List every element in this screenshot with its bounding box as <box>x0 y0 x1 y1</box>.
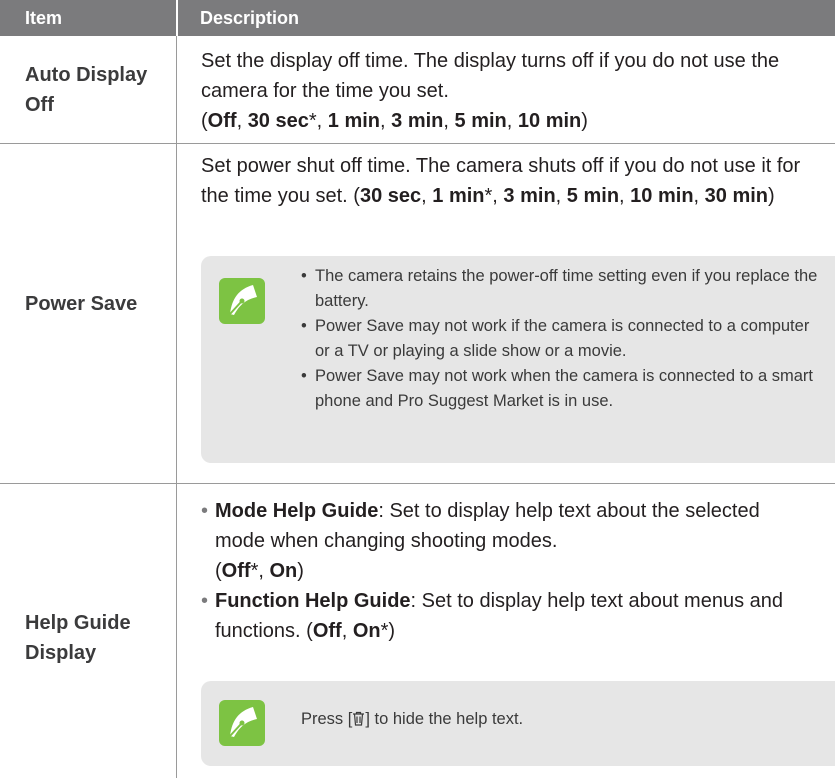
note-text-before: Press [ <box>301 710 353 728</box>
settings-table: Item Description Auto Display Off Set th… <box>0 0 835 778</box>
option: 5 min <box>454 110 507 132</box>
pen-note-icon <box>219 700 265 746</box>
option: Off <box>312 620 342 642</box>
option: Off <box>207 110 237 132</box>
auto-display-off-text: Set the display off time. The display tu… <box>201 50 780 102</box>
option: 10 min <box>517 110 582 132</box>
function-help-guide-item: Function Help Guide: Set to display help… <box>201 586 811 646</box>
header-item: Item <box>25 8 63 28</box>
trash-icon <box>353 711 365 726</box>
option: Off <box>221 560 251 582</box>
help-guide-list: Mode Help Guide: Set to display help tex… <box>201 496 811 646</box>
option: 1 min <box>327 110 381 132</box>
option: On <box>269 560 298 582</box>
note-text-after: ] to hide the help text. <box>365 710 524 728</box>
row-desc-auto-display-off: Set the display off time. The display tu… <box>201 50 780 132</box>
row-label-power-save: Power Save <box>25 293 138 315</box>
header-description: Description <box>200 8 300 28</box>
function-help-guide-title: Function Help Guide <box>215 590 411 612</box>
option: 30 sec <box>247 110 309 132</box>
pen-note-icon <box>219 278 265 324</box>
note-item: Power Save may not work if the camera is… <box>301 314 821 364</box>
note-item: Power Save may not work when the camera … <box>301 364 821 414</box>
row-divider <box>0 143 835 144</box>
note-list: The camera retains the power-off time se… <box>301 264 821 414</box>
row-divider <box>0 483 835 484</box>
option: 3 min <box>391 110 444 132</box>
option: 10 min <box>630 185 694 207</box>
header-divider <box>176 0 178 36</box>
option: On <box>352 620 381 642</box>
table-header: Item Description <box>0 0 835 36</box>
note-item: The camera retains the power-off time se… <box>301 264 821 314</box>
mode-help-guide-title: Mode Help Guide <box>215 500 379 522</box>
option: 30 sec <box>359 185 422 207</box>
option: 30 min <box>704 185 769 207</box>
option: 3 min <box>503 185 556 207</box>
option: 5 min <box>566 185 620 207</box>
note-text: Press [ ] to hide the help text. <box>301 710 523 729</box>
note-box-help-guide: Press [ ] to hide the help text. <box>201 681 835 766</box>
row-label-auto-display-off: Auto Display Off <box>25 64 148 116</box>
mode-help-guide-item: Mode Help Guide: Set to display help tex… <box>201 496 811 586</box>
note-box-power-save: The camera retains the power-off time se… <box>201 256 835 463</box>
row-desc-power-save: Set power shut off time. The camera shut… <box>201 155 801 207</box>
column-divider <box>176 36 177 778</box>
option: 1 min <box>432 185 485 207</box>
row-label-help-guide-display: Help Guide Display <box>25 612 131 664</box>
